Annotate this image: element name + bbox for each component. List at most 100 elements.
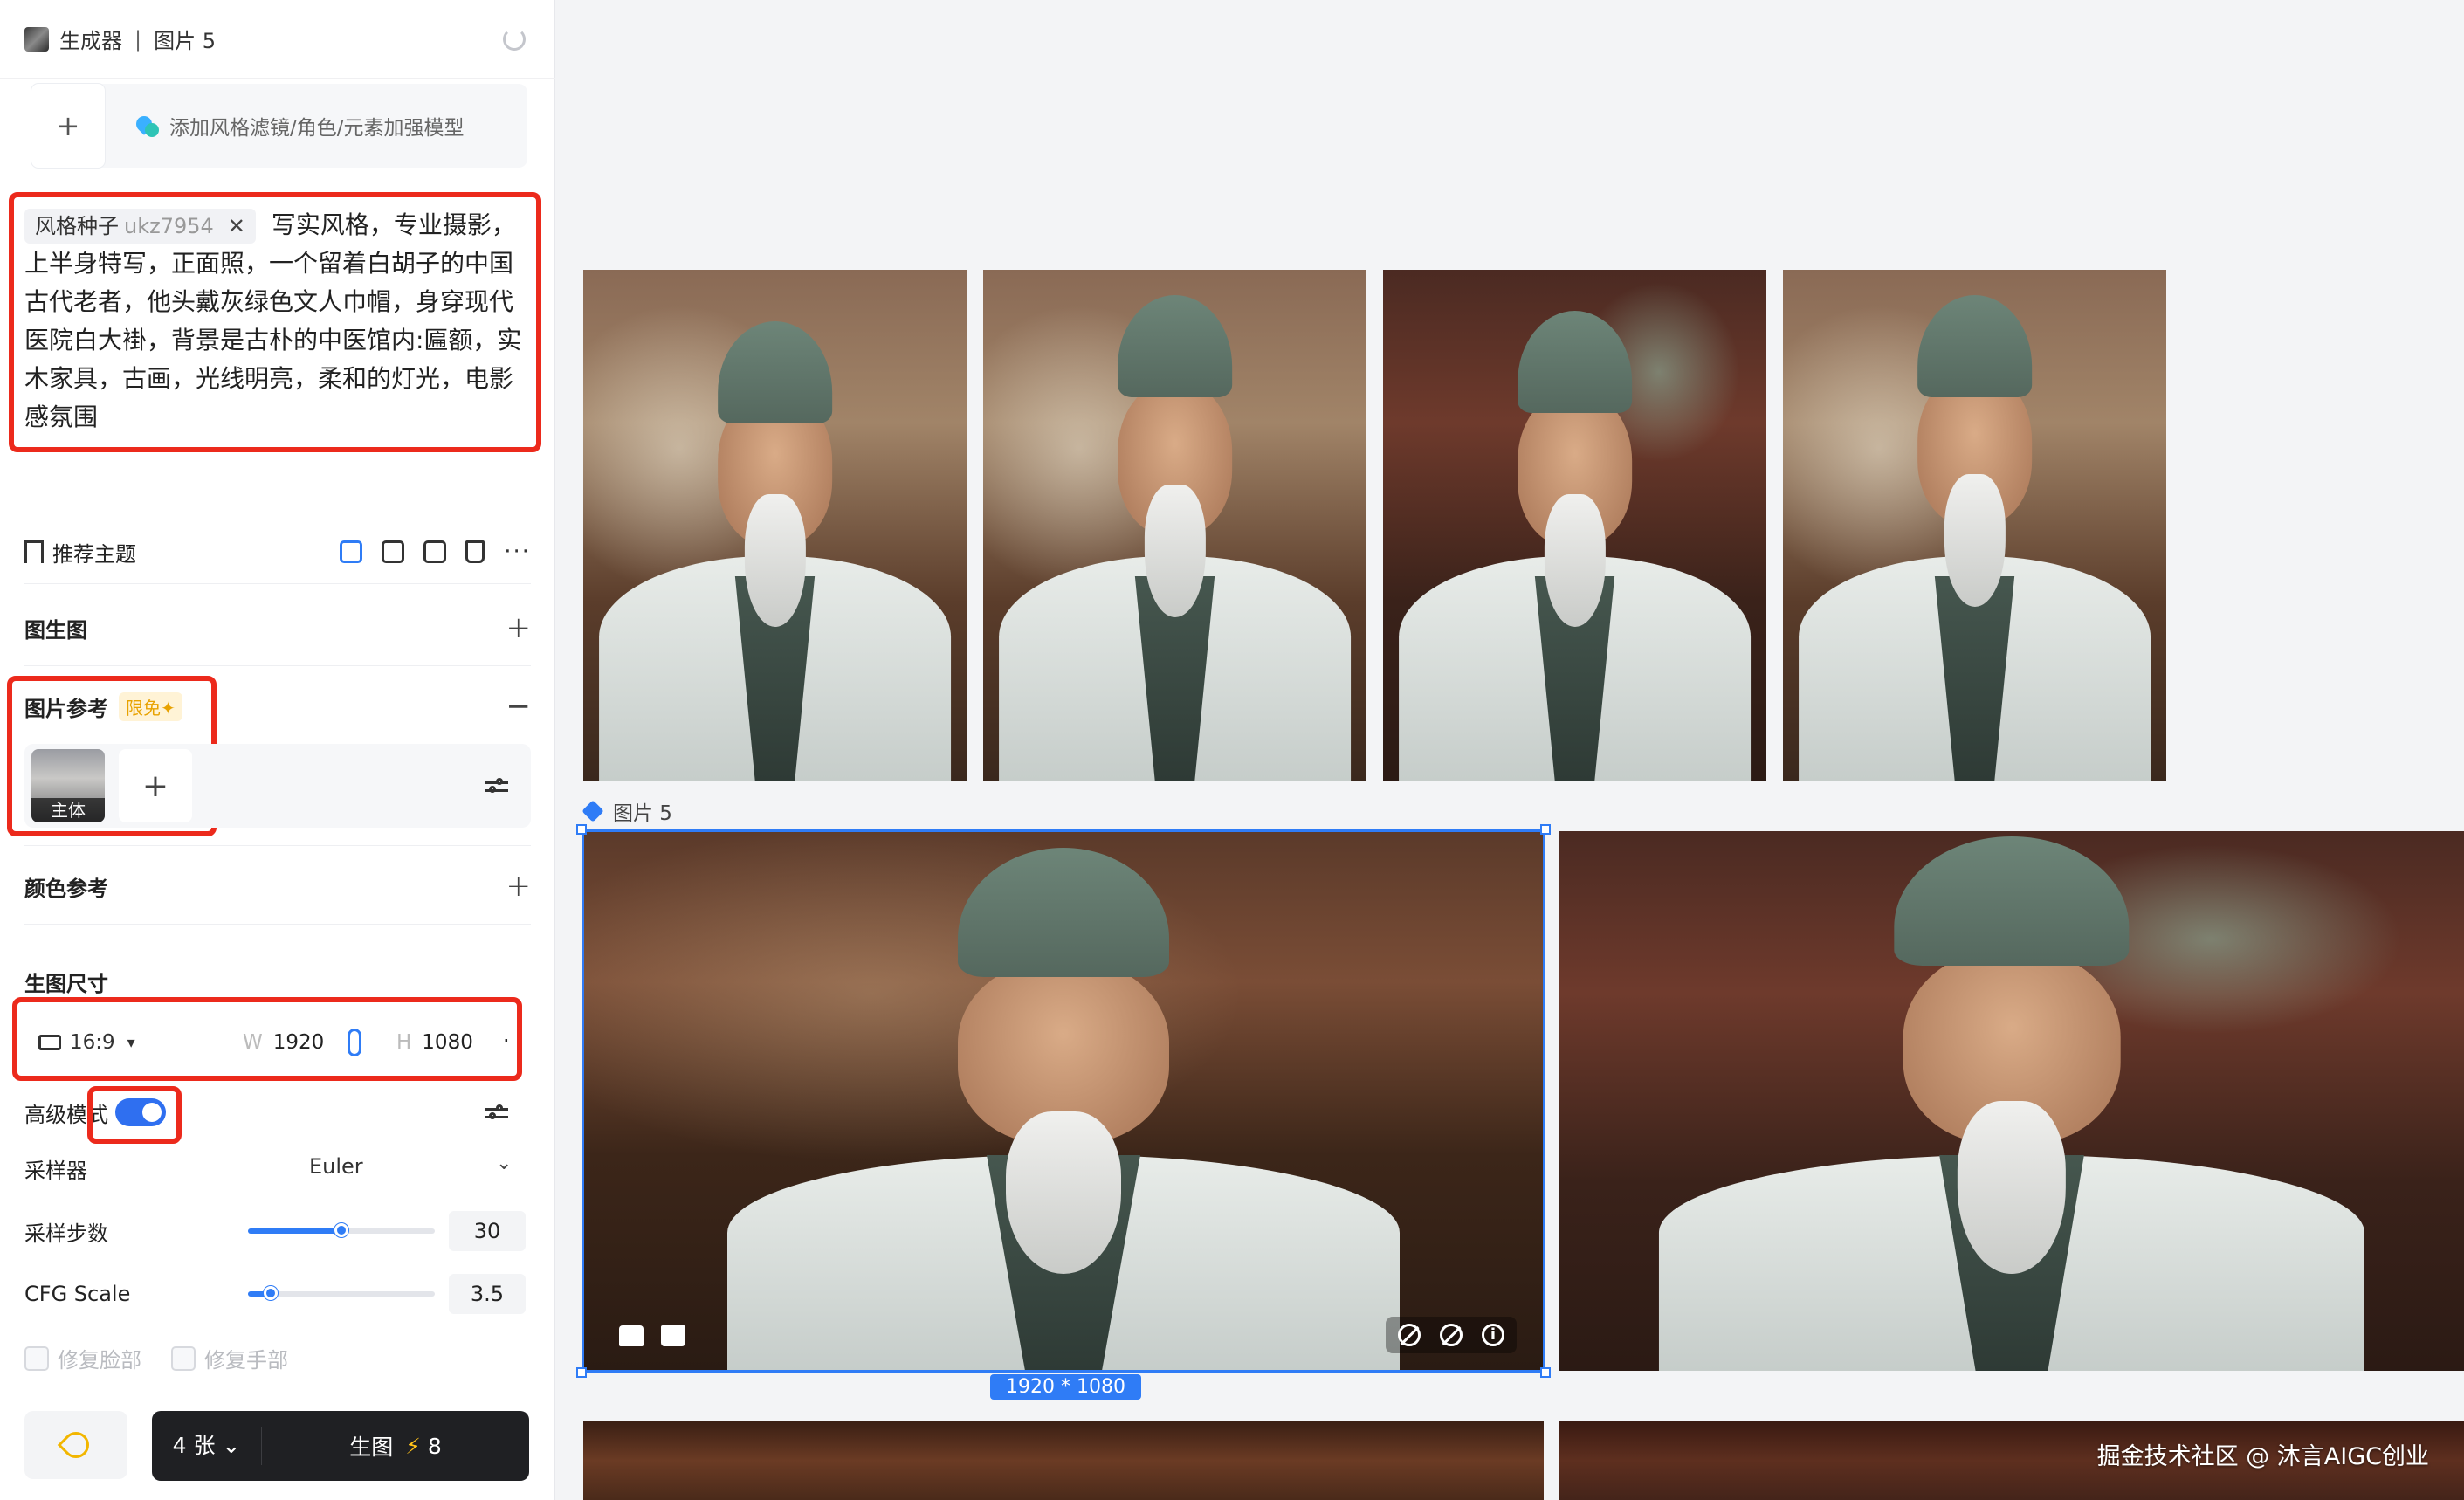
image-canvas[interactable]: 图片 5 i 1920 * 1080 掘金技术社区 @ 沐言AIGC创业 (556, 0, 2464, 1500)
cfg-slider-handle[interactable] (263, 1286, 278, 1300)
rocket-icon (57, 1426, 95, 1464)
feedback-actions (619, 1325, 685, 1346)
divider (24, 845, 531, 846)
generated-image[interactable] (583, 1421, 1544, 1500)
generate-button[interactable]: 生图 ⚡ 8 (262, 1430, 529, 1462)
sampler-select[interactable]: Euler (309, 1154, 363, 1179)
app-logo-icon (24, 26, 49, 52)
generate-bar: 4 张 ⌄ 生图 ⚡ 8 (24, 1411, 531, 1484)
advanced-settings-icon[interactable] (485, 1104, 508, 1123)
sampler-label: 采样器 (24, 1158, 87, 1183)
color-ref-row[interactable]: 颜色参考 + (24, 868, 531, 905)
divider (24, 583, 531, 584)
thumbs-up-icon[interactable] (619, 1325, 644, 1346)
generated-image[interactable] (1783, 270, 2166, 781)
image-count-select[interactable]: 4 张 ⌄ (152, 1427, 262, 1465)
sampler-chevron-icon[interactable]: ⌄ (496, 1153, 512, 1174)
generate-label: 生图 (349, 1435, 394, 1460)
info-icon[interactable]: i (1482, 1324, 1504, 1346)
height-input[interactable]: H 1080 (382, 1020, 491, 1065)
seed-chip-close-icon[interactable]: ✕ (228, 214, 245, 238)
image-ref-label: 图片参考 (24, 696, 108, 721)
resize-handle[interactable] (1540, 824, 1551, 835)
generated-image[interactable] (1559, 831, 2464, 1371)
fix-hand-checkbox[interactable]: 修复手部 (171, 1343, 288, 1373)
image-label-text: 图片 5 (613, 802, 672, 825)
expand-prompt-icon[interactable] (423, 540, 447, 563)
link-ratio-icon[interactable] (348, 1029, 361, 1056)
resize-handle[interactable] (576, 824, 587, 835)
trash-icon[interactable] (465, 540, 485, 563)
generated-image[interactable] (1383, 270, 1766, 781)
app-name: 生成器 (59, 29, 122, 53)
credit-cost: 8 (427, 1433, 442, 1459)
translate-icon[interactable] (382, 540, 405, 563)
image-label: 图片 5 (582, 796, 672, 826)
boost-button[interactable] (24, 1411, 127, 1479)
reference-image-thumbnail[interactable]: 主体 (31, 749, 105, 822)
image-count-value: 4 张 (172, 1433, 216, 1458)
image-node-icon (582, 800, 604, 822)
image-size-badge: 1920 * 1080 (990, 1374, 1141, 1400)
image-ref-collapse-button[interactable]: − (506, 689, 532, 724)
add-reference-button[interactable]: + (119, 749, 192, 822)
height-value: 1080 (422, 1031, 473, 1054)
subject-tag: 主体 (31, 798, 105, 822)
resize-handle[interactable] (576, 1367, 587, 1378)
refresh-icon[interactable] (503, 28, 526, 51)
generated-image[interactable] (983, 270, 1366, 781)
width-prefix: W (243, 1031, 263, 1054)
thumbs-down-icon[interactable] (661, 1325, 685, 1346)
checkbox-icon[interactable] (171, 1345, 196, 1371)
fix-face-checkbox[interactable]: 修复脸部 (24, 1343, 141, 1373)
hide-icon[interactable] (1440, 1324, 1463, 1346)
ref-settings-icon[interactable] (485, 777, 508, 796)
more-options-icon[interactable]: ··· (504, 539, 531, 565)
fix-hand-label: 修复手部 (204, 1348, 288, 1373)
add-model-button[interactable]: + (31, 84, 105, 168)
cfg-input[interactable]: 3.5 (449, 1274, 526, 1314)
advanced-mode-toggle[interactable] (115, 1098, 166, 1126)
sidebar-header: 生成器 | 图片 5 (0, 0, 555, 79)
steps-input[interactable]: 30 (449, 1211, 526, 1251)
prompt-edit-icon[interactable] (340, 540, 363, 563)
generated-image[interactable] (583, 270, 967, 781)
checkbox-icon[interactable] (24, 1345, 49, 1371)
recommend-theme-row: 推荐主题 ··· (24, 534, 531, 569)
image-tools: i (1386, 1317, 1517, 1353)
style-seed-chip[interactable]: 风格种子 ukz7954 ✕ (24, 209, 256, 244)
style-filter-icon (136, 114, 159, 137)
steps-slider-handle[interactable] (334, 1223, 348, 1237)
color-ref-add-button[interactable]: + (506, 869, 532, 904)
divider (24, 665, 531, 666)
remove-watermark-icon[interactable] (1398, 1324, 1421, 1346)
generator-sidebar: 生成器 | 图片 5 + 添加风格滤镜/角色/元素加强模型 风格种子 ukz795… (0, 0, 555, 1500)
size-row-title: 生图尺寸 (24, 964, 531, 999)
image-ref-row[interactable]: 图片参考 限免✦ − (24, 688, 531, 725)
steps-label: 采样步数 (24, 1221, 108, 1246)
img2img-row[interactable]: 图生图 + (24, 609, 531, 646)
aspect-ratio-value: 16:9 (70, 1031, 115, 1054)
aspect-ratio-select[interactable]: 16:9 ▾ (26, 1020, 162, 1065)
steps-slider-fill (248, 1228, 341, 1234)
prompt-textarea[interactable]: 风格种子 ukz7954 ✕ 写实风格，专业摄影，上半身特写，正面照，一个留着白胡子的… (24, 206, 524, 437)
recommend-theme-label[interactable]: 推荐主题 (52, 537, 136, 568)
width-input[interactable]: W 1920 (229, 1020, 337, 1065)
add-style-model-bar[interactable]: + 添加风格滤镜/角色/元素加强模型 (31, 84, 527, 168)
bookmark-icon (24, 540, 44, 563)
size-label: 生图尺寸 (24, 971, 108, 996)
divider (24, 924, 531, 925)
seed-chip-label: 风格种子 (35, 214, 119, 238)
resize-handle[interactable] (1540, 1367, 1551, 1378)
add-style-label[interactable]: 添加风格滤镜/角色/元素加强模型 (169, 111, 465, 141)
size-overflow-icon: · (503, 1029, 510, 1053)
height-prefix: H (396, 1031, 412, 1054)
header-separator: | (134, 26, 142, 52)
chevron-down-icon: ⌄ (222, 1433, 241, 1458)
color-ref-label: 颜色参考 (24, 876, 108, 901)
img2img-label: 图生图 (24, 617, 87, 643)
generate-button-group[interactable]: 4 张 ⌄ 生图 ⚡ 8 (152, 1411, 529, 1481)
document-title: 图片 5 (154, 29, 216, 53)
img2img-add-button[interactable]: + (506, 610, 532, 645)
cfg-label: CFG Scale (24, 1282, 131, 1306)
